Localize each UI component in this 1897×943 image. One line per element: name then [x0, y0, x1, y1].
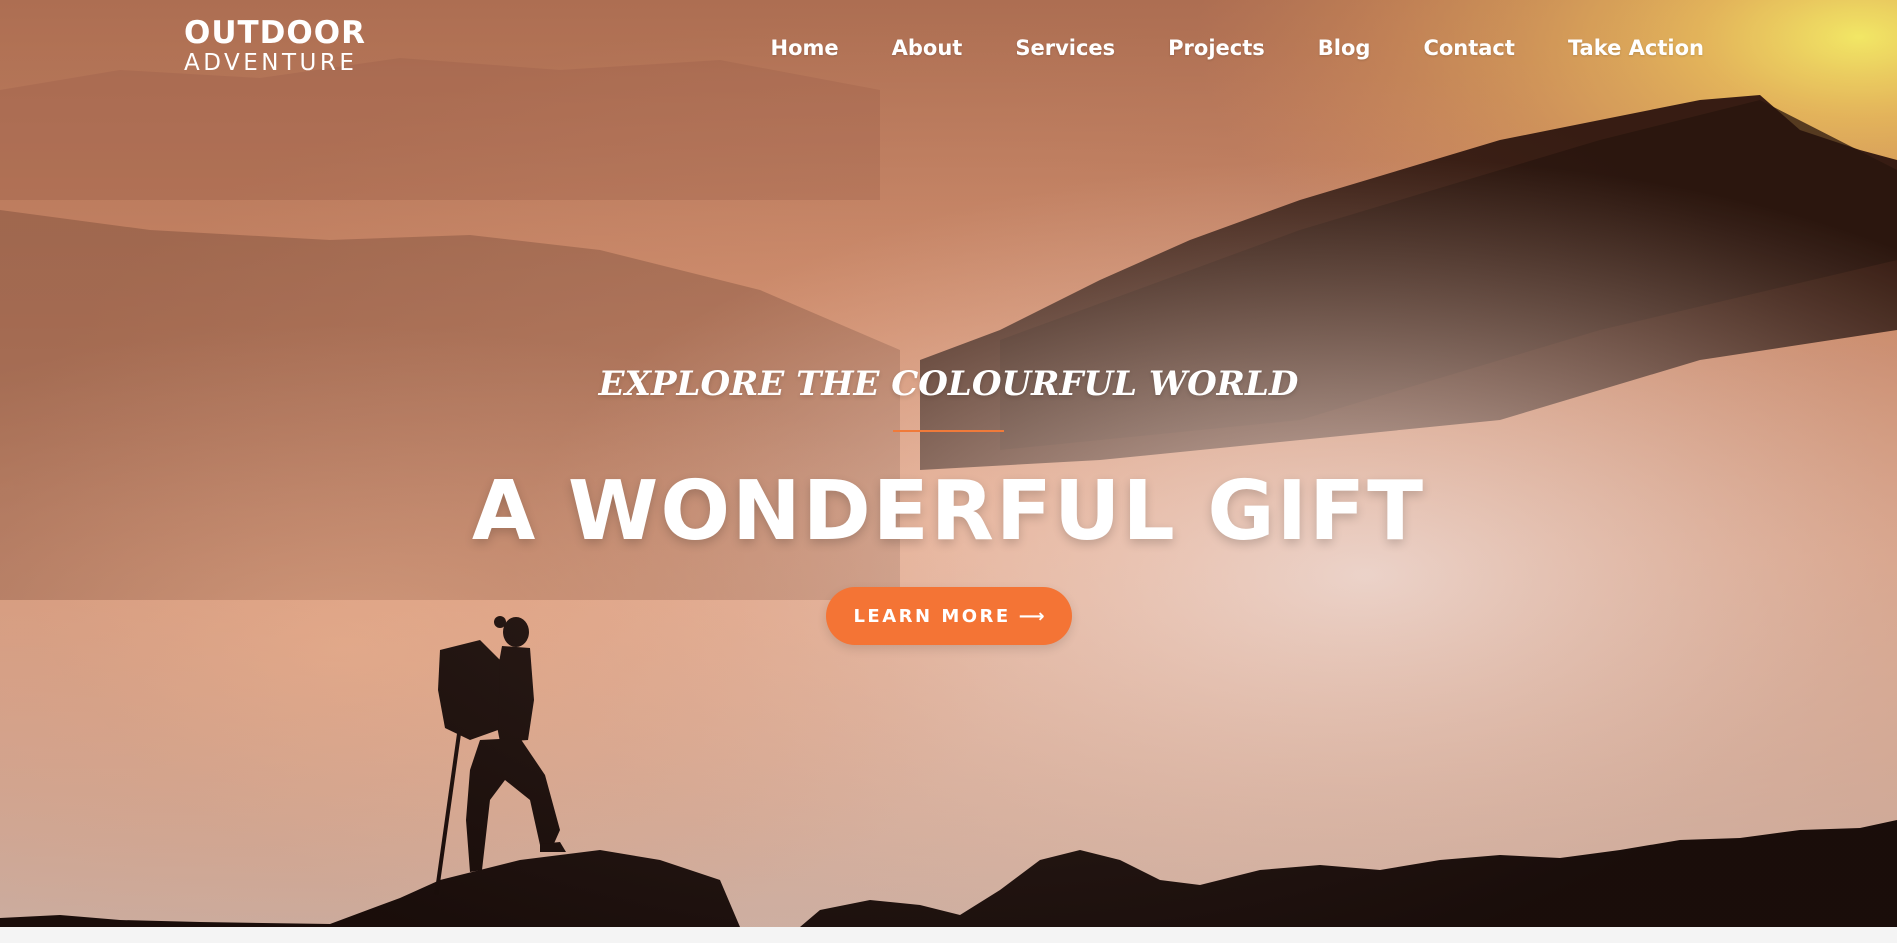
- learn-more-button[interactable]: LEARN MORE ⟶: [826, 587, 1072, 645]
- logo-text-bottom: ADVENTURE: [184, 50, 358, 76]
- nav-item-home[interactable]: Home: [771, 36, 839, 60]
- learn-more-label: LEARN MORE: [853, 605, 1011, 627]
- site-logo[interactable]: OUTDOOR ADVENTURE: [184, 18, 366, 75]
- hero-headline: A WONDERFUL GIFT: [471, 464, 1426, 559]
- nav-item-projects[interactable]: Projects: [1168, 36, 1265, 60]
- arrow-right-icon: ⟶: [1018, 605, 1045, 627]
- page-bottom-strip: [0, 927, 1897, 943]
- tagline-divider: [893, 430, 1004, 432]
- nav-item-about[interactable]: About: [892, 36, 963, 60]
- nav-item-services[interactable]: Services: [1015, 36, 1115, 60]
- logo-text-top: OUTDOOR: [184, 15, 366, 51]
- nav-item-blog[interactable]: Blog: [1318, 36, 1371, 60]
- hero-section: OUTDOOR ADVENTURE Home About Services Pr…: [0, 0, 1897, 927]
- hero-tagline: EXPLORE THE COLOURFUL WORLD: [598, 364, 1299, 404]
- main-navigation: Home About Services Projects Blog Contac…: [718, 36, 1705, 60]
- nav-item-contact[interactable]: Contact: [1423, 36, 1515, 60]
- nav-item-take-action[interactable]: Take Action: [1568, 36, 1704, 60]
